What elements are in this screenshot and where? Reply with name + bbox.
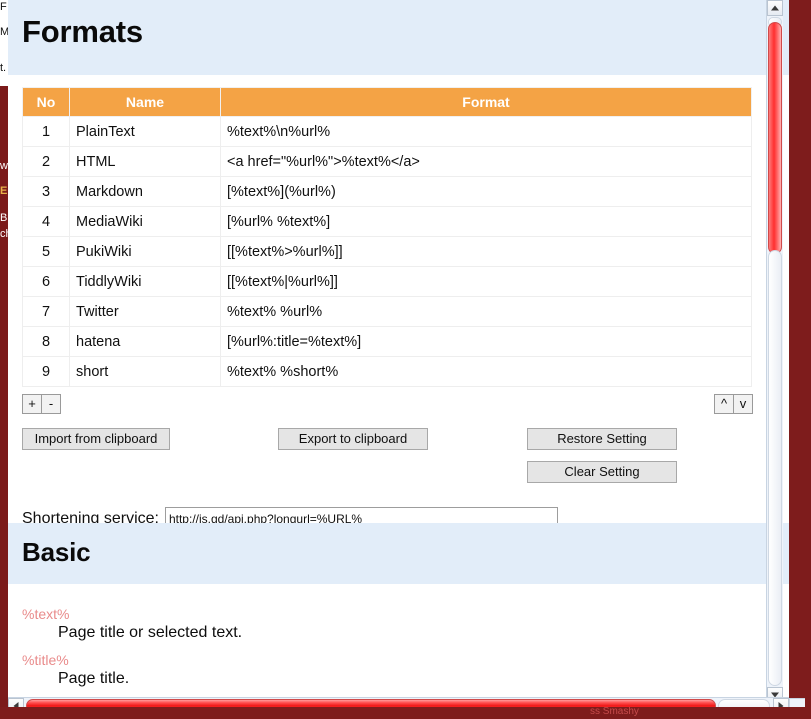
cell-name[interactable]: hatena (69, 326, 221, 357)
export-to-clipboard-button[interactable]: Export to clipboard (278, 428, 428, 450)
cell-no: 3 (22, 176, 70, 207)
table-row[interactable]: 4 MediaWiki [%url% %text%] (22, 206, 752, 237)
definition-term: %title% (22, 652, 69, 668)
cell-no: 5 (22, 236, 70, 267)
cell-no: 1 (22, 116, 70, 147)
cell-format[interactable]: [[%text%>%url%]] (220, 236, 752, 267)
footer-watermark: ss Smashy (590, 707, 639, 717)
definition-description: Page title or selected text. (58, 624, 243, 641)
move-up-button[interactable]: ^ (714, 394, 734, 414)
column-header-format: Format (220, 87, 752, 117)
cell-name[interactable]: short (69, 356, 221, 387)
table-row[interactable]: 7 Twitter %text% %url% (22, 296, 752, 327)
table-header-row: No Name Format (22, 87, 752, 117)
vertical-scrollbar[interactable] (766, 0, 783, 703)
basic-heading-band: Basic (8, 523, 789, 585)
left-fragment-7: ch (0, 228, 8, 240)
definition-description: Page title. (58, 670, 130, 687)
cell-name[interactable]: Twitter (69, 296, 221, 327)
formats-heading-band: Formats (8, 0, 789, 76)
add-row-button[interactable]: + (22, 394, 42, 414)
column-header-name: Name (69, 87, 221, 117)
cell-format[interactable]: %text% %short% (220, 356, 752, 387)
left-fragment-1: F (0, 1, 7, 13)
cell-format[interactable]: [%text%](%url%) (220, 176, 752, 207)
cell-name[interactable]: MediaWiki (69, 206, 221, 237)
scroll-up-arrow-icon[interactable] (767, 0, 783, 16)
table-row[interactable]: 5 PukiWiki [[%text%>%url%]] (22, 236, 752, 267)
cell-name[interactable]: HTML (69, 146, 221, 177)
action-buttons: Import from clipboard Export to clipboar… (22, 428, 752, 494)
clear-setting-button[interactable]: Clear Setting (527, 461, 677, 483)
basic-title: Basic (22, 537, 91, 567)
cell-format[interactable]: <a href="%url%">%text%</a> (220, 146, 752, 177)
left-fragment-2: M (0, 26, 8, 38)
cell-format[interactable]: [%url% %text%] (220, 206, 752, 237)
column-header-no: No (22, 87, 70, 117)
move-down-button[interactable]: v (733, 394, 753, 414)
cell-name[interactable]: TiddlyWiki (69, 266, 221, 297)
definition-term: %text% (22, 606, 70, 622)
cell-no: 8 (22, 326, 70, 357)
restore-setting-button[interactable]: Restore Setting (527, 428, 677, 450)
table-row[interactable]: 8 hatena [%url%:title=%text%] (22, 326, 752, 357)
table-row[interactable]: 2 HTML <a href="%url%">%text%</a> (22, 146, 752, 177)
cell-name[interactable]: PlainText (69, 116, 221, 147)
formats-section: No Name Format 1 PlainText %text%\n%url%… (8, 75, 789, 532)
cell-name[interactable]: PukiWiki (69, 236, 221, 267)
left-fragment-3: t. (0, 62, 7, 74)
cell-format[interactable]: [[%text%|%url%]] (220, 266, 752, 297)
cell-name[interactable]: Markdown (69, 176, 221, 207)
cell-no: 2 (22, 146, 70, 177)
vertical-scroll-track-bottom[interactable] (768, 250, 782, 686)
bottom-backdrop-strip: ss Smashy (0, 707, 811, 719)
left-fragment-4: w (0, 160, 8, 172)
cell-no: 6 (22, 266, 70, 297)
row-controls: + - ^ v (22, 394, 753, 418)
basic-section: %text% Page title or selected text. %tit… (8, 584, 789, 698)
placeholder-definition-list: %text% Page title or selected text. %tit… (8, 606, 789, 688)
table-row[interactable]: 9 short %text% %short% (22, 356, 752, 387)
table-row[interactable]: 6 TiddlyWiki [[%text%|%url%]] (22, 266, 752, 297)
cell-no: 7 (22, 296, 70, 327)
move-group: ^ v (714, 394, 753, 414)
cell-format[interactable]: %text% %url% (220, 296, 752, 327)
table-row[interactable]: 3 Markdown [%text%](%url%) (22, 176, 752, 207)
background-page-sliver: F M t. w E B ch (0, 0, 8, 719)
left-fragment-6: B (0, 212, 8, 224)
cell-format[interactable]: [%url%:title=%text%] (220, 326, 752, 357)
browser-viewport: F M t. w E B ch Formats No Name Format (0, 0, 811, 719)
formats-table: No Name Format 1 PlainText %text%\n%url%… (22, 87, 752, 387)
remove-row-button[interactable]: - (41, 394, 61, 414)
vertical-scroll-thumb[interactable] (768, 22, 782, 254)
add-remove-group: + - (22, 394, 61, 414)
cell-no: 9 (22, 356, 70, 387)
cell-no: 4 (22, 206, 70, 237)
page-title: Formats (22, 14, 143, 49)
table-row[interactable]: 1 PlainText %text%\n%url% (22, 116, 752, 147)
options-page-document: Formats No Name Format 1 PlainText %text… (8, 0, 789, 703)
import-from-clipboard-button[interactable]: Import from clipboard (22, 428, 170, 450)
cell-format[interactable]: %text%\n%url% (220, 116, 752, 147)
left-fragment-5: E (0, 185, 8, 197)
